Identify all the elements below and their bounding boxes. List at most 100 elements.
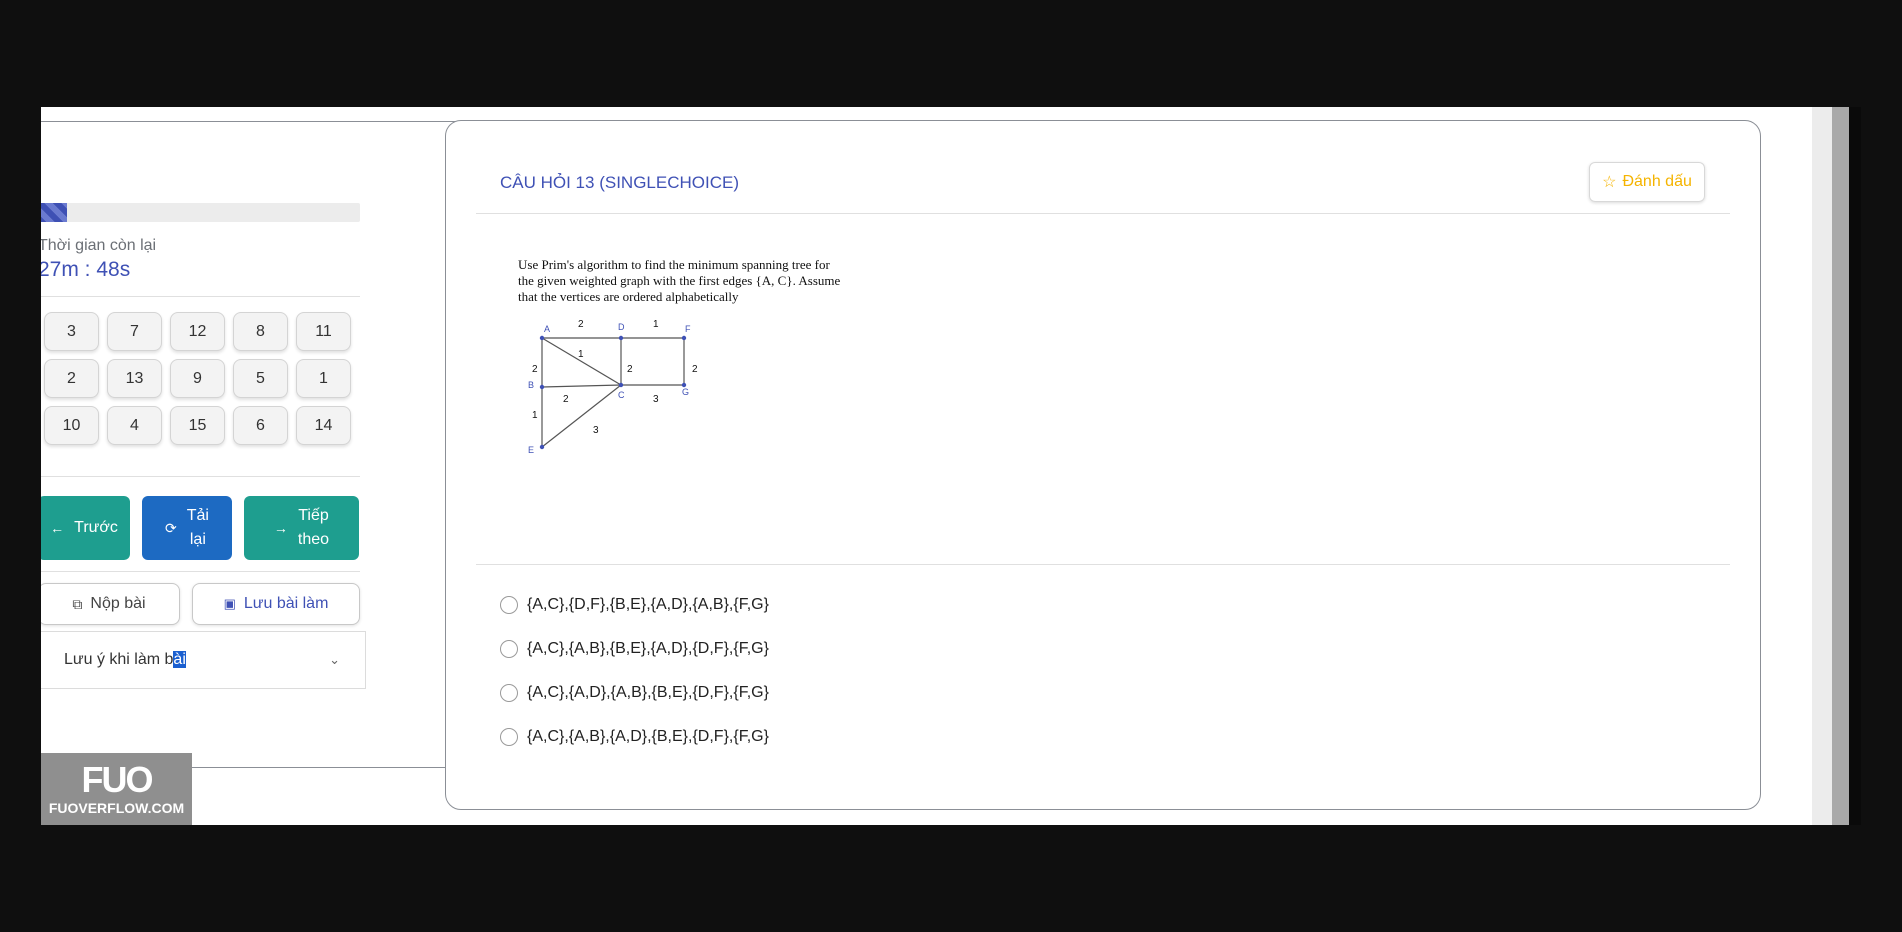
graph-vertex-C: [618, 382, 624, 388]
graph-edge-weight: 3: [593, 425, 599, 436]
save-button[interactable]: ▣ Lưu bài làm: [192, 583, 360, 625]
refresh-icon: ⟳: [165, 520, 177, 536]
question-number-button[interactable]: 4: [107, 406, 162, 445]
radio-button[interactable]: [500, 640, 518, 658]
divider: [41, 296, 360, 297]
scrollbar-track[interactable]: [1812, 107, 1832, 825]
question-text: Use Prim's algorithm to find the minimum…: [518, 257, 878, 305]
question-navigator: 3 7 12 8 11 2 13 9 5 1 10 4 15 6 14: [44, 312, 364, 445]
question-number-button[interactable]: 9: [170, 359, 225, 398]
arrow-left-icon: ←: [50, 520, 65, 536]
graph-vertex-label: F: [685, 324, 691, 334]
graph-vertex-D: [618, 335, 624, 341]
graph-edge-weight: 2: [627, 364, 633, 375]
graph-edge-weight: 1: [532, 410, 538, 421]
sidebar-panel: Thời gian còn lại 27m : 48s 3 7 12 8 11 …: [41, 121, 473, 768]
question-number-button[interactable]: 1: [296, 359, 351, 398]
submit-button[interactable]: ⧉ Nộp bài: [41, 583, 180, 625]
question-text-line: the given weighted graph with the first …: [518, 273, 841, 288]
time-remaining-value: 27m : 48s: [41, 258, 131, 281]
question-text-line: that the vertices are ordered alphabetic…: [518, 289, 739, 304]
question-number-button[interactable]: 5: [233, 359, 288, 398]
graph-edge-weight: 1: [578, 349, 584, 360]
flag-question-label: Đánh dấu: [1622, 173, 1692, 190]
question-number-button[interactable]: 6: [233, 406, 288, 445]
exam-notes-label: Lưu ý khi làm bài: [64, 651, 186, 668]
graph-edge-BC: [541, 384, 622, 388]
answer-option[interactable]: {A,C},{D,F},{B,E},{A,D},{A,B},{F,G}: [500, 583, 769, 627]
graph-edge-weight: 2: [532, 364, 538, 375]
graph-vertex-label: E: [528, 445, 534, 455]
answer-options: {A,C},{D,F},{B,E},{A,D},{A,B},{F,G} {A,C…: [500, 583, 769, 759]
submit-button-label: Nộp bài: [90, 595, 146, 612]
graph-vertex-A: [539, 335, 545, 341]
previous-button-label: Trước: [74, 519, 118, 536]
browser-viewport: Thời gian còn lại 27m : 48s 3 7 12 8 11 …: [41, 107, 1860, 825]
window-edge: [1849, 107, 1861, 825]
divider: [41, 571, 360, 572]
exam-notes-accordion[interactable]: Lưu ý khi làm bài ⌄: [41, 631, 366, 689]
graph-edge-AC: [541, 337, 622, 386]
answer-option-label: {A,C},{D,F},{B,E},{A,D},{A,B},{F,G}: [527, 596, 769, 613]
copy-icon: ⧉: [72, 595, 83, 612]
graph-edge-EC: [541, 384, 622, 448]
reload-button[interactable]: ⟳ Tải lại: [142, 496, 232, 560]
arrow-right-icon: →: [273, 520, 288, 536]
graph-edge-weight: 1: [653, 319, 659, 330]
graph-edge-weight: 2: [692, 364, 698, 375]
graph-edge-weight: 2: [578, 319, 584, 330]
question-number-button[interactable]: 10: [44, 406, 99, 445]
graph-vertex-label: G: [682, 387, 689, 397]
scrollbar-thumb[interactable]: [1832, 107, 1849, 825]
time-progress-bar: [41, 203, 360, 222]
question-number-button[interactable]: 11: [296, 312, 351, 351]
question-number-button[interactable]: 7: [107, 312, 162, 351]
save-button-label: Lưu bài làm: [243, 595, 329, 612]
logo-site-text: FUOVERFLOW.COM: [48, 800, 185, 816]
question-title: CÂU HỎI 13 (SINGLECHOICE): [500, 173, 739, 192]
question-number-button[interactable]: 13: [107, 359, 162, 398]
reload-button-label: Tải lại: [186, 507, 209, 548]
next-button-label: Tiếp theo: [297, 507, 330, 548]
time-progress-fill: [41, 203, 67, 222]
question-number-button[interactable]: 15: [170, 406, 225, 445]
question-number-button[interactable]: 8: [233, 312, 288, 351]
radio-button[interactable]: [500, 684, 518, 702]
star-icon: ☆: [1602, 174, 1617, 191]
answer-option[interactable]: {A,C},{A,B},{A,D},{B,E},{D,F},{F,G}: [500, 715, 769, 759]
answer-option[interactable]: {A,C},{A,B},{B,E},{A,D},{D,F},{F,G}: [500, 627, 769, 671]
answer-option-label: {A,C},{A,D},{A,B},{B,E},{D,F},{F,G}: [527, 684, 769, 701]
time-remaining-label: Thời gian còn lại: [41, 237, 157, 254]
answer-option-label: {A,C},{A,B},{B,E},{A,D},{D,F},{F,G}: [527, 640, 769, 657]
question-text-line: Use Prim's algorithm to find the minimum…: [518, 257, 830, 272]
flag-question-button[interactable]: ☆ Đánh dấu: [1589, 162, 1705, 202]
graph-vertex-label: C: [618, 390, 625, 400]
graph-edge-weight: 2: [563, 394, 569, 405]
graph-vertex-E: [539, 444, 545, 450]
site-logo: FUO FUOVERFLOW.COM: [41, 753, 192, 825]
graph-vertex-label: D: [618, 322, 625, 332]
graph-vertex-label: A: [544, 324, 550, 334]
weighted-graph-figure: 2 1 1 2 2 2 2 3 1 3 A B C D E F G: [528, 319, 698, 455]
previous-button[interactable]: ← Trước: [41, 496, 130, 560]
question-number-button[interactable]: 2: [44, 359, 99, 398]
divider: [476, 564, 1730, 565]
divider: [476, 213, 1730, 214]
divider: [41, 476, 360, 477]
logo-mark: FUO: [81, 759, 154, 800]
question-number-button[interactable]: 3: [44, 312, 99, 351]
question-number-button[interactable]: 14: [296, 406, 351, 445]
graph-vertex-label: B: [528, 380, 534, 390]
next-button[interactable]: → Tiếp theo: [244, 496, 359, 560]
answer-option[interactable]: {A,C},{A,D},{A,B},{B,E},{D,F},{F,G}: [500, 671, 769, 715]
graph-vertex-F: [681, 335, 687, 341]
graph-vertex-B: [539, 384, 545, 390]
answer-option-label: {A,C},{A,B},{A,D},{B,E},{D,F},{F,G}: [527, 728, 769, 745]
question-number-button[interactable]: 12: [170, 312, 225, 351]
floppy-disk-icon: ▣: [223, 596, 236, 611]
graph-edge-weight: 3: [653, 394, 659, 405]
radio-button[interactable]: [500, 596, 518, 614]
chevron-down-icon: ⌄: [329, 652, 340, 667]
radio-button[interactable]: [500, 728, 518, 746]
question-panel: CÂU HỎI 13 (SINGLECHOICE) ☆ Đánh dấu Use…: [445, 120, 1761, 810]
